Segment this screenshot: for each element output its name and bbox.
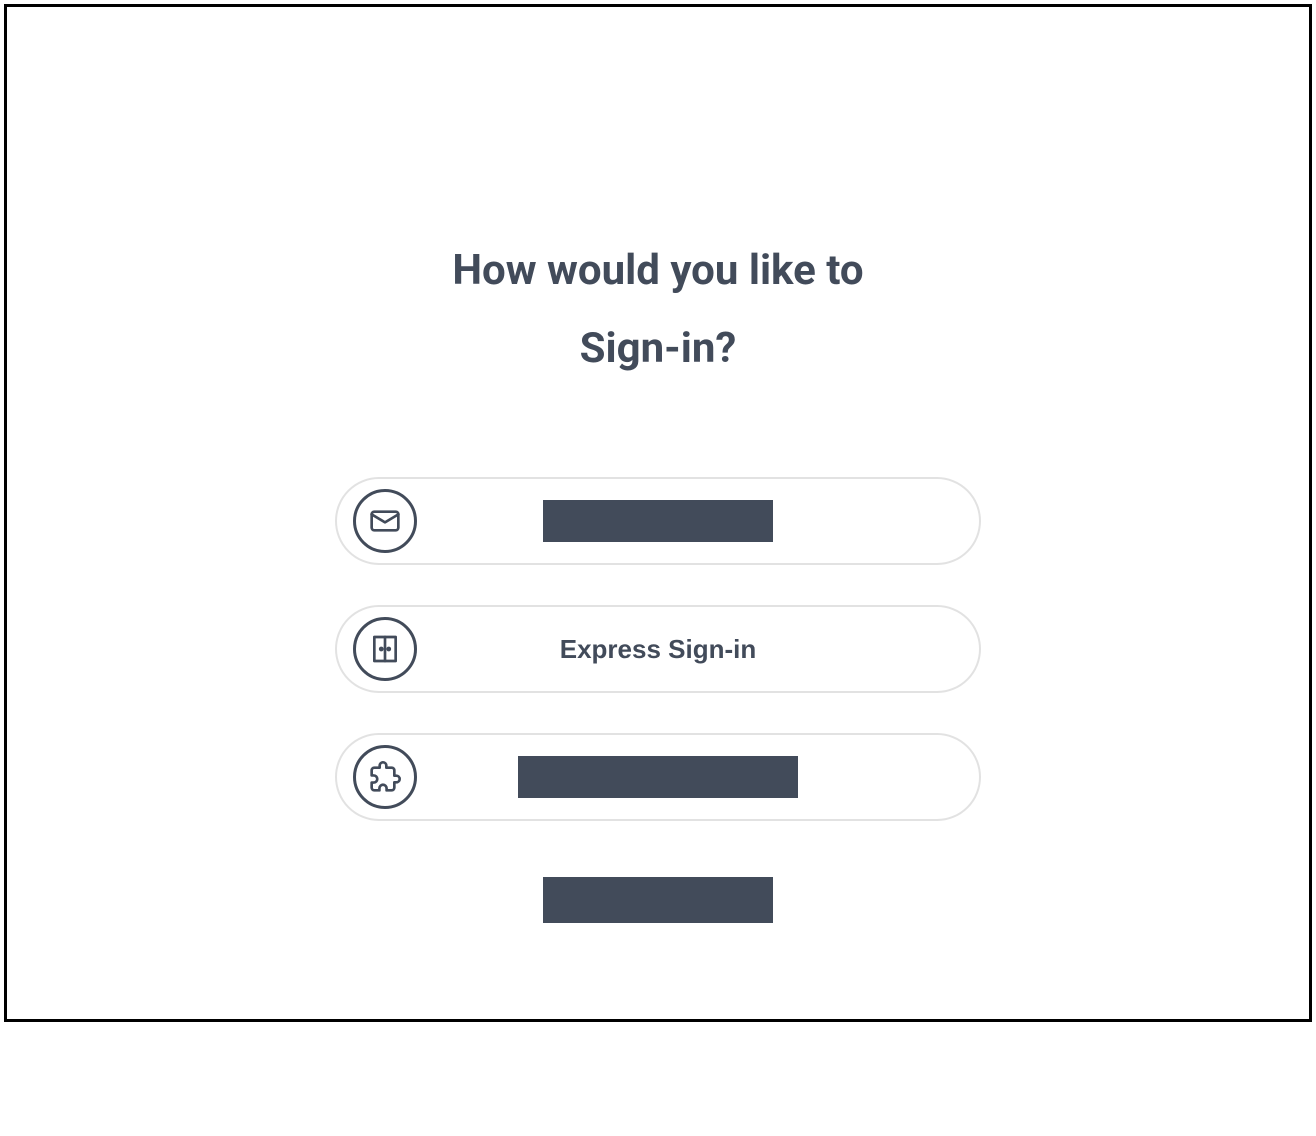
door-icon <box>353 617 417 681</box>
option-label-wrap <box>417 500 979 542</box>
signin-option-express[interactable]: Express Sign-in <box>335 605 981 693</box>
redacted-label <box>518 756 798 798</box>
page-heading: How would you like to Sign-in? <box>452 232 863 387</box>
heading-line-2: Sign-in? <box>452 310 863 388</box>
redacted-label <box>543 500 773 542</box>
signin-frame: How would you like to Sign-in? <box>4 4 1312 1022</box>
option-label-wrap: Express Sign-in <box>417 634 979 665</box>
footer-link[interactable] <box>543 877 773 927</box>
redacted-label <box>543 877 773 923</box>
puzzle-icon <box>353 745 417 809</box>
envelope-icon <box>353 489 417 553</box>
signin-option-email[interactable] <box>335 477 981 565</box>
option-label: Express Sign-in <box>560 634 757 665</box>
heading-line-1: How would you like to <box>452 232 863 310</box>
signin-options: Express Sign-in <box>335 477 981 821</box>
signin-option-extension[interactable] <box>335 733 981 821</box>
option-label-wrap <box>417 756 979 798</box>
